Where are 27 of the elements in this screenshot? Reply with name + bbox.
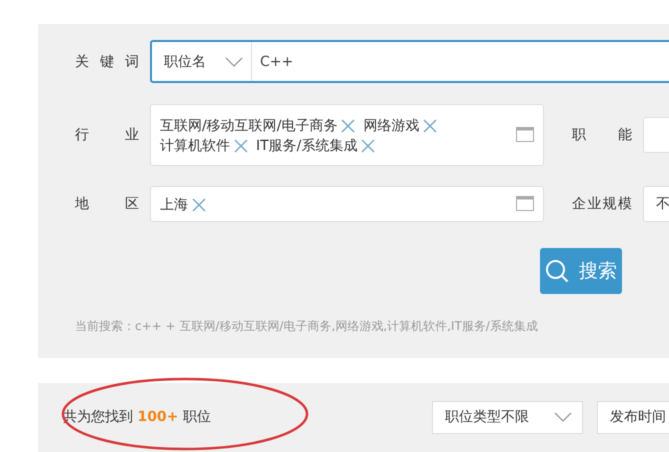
search-icon xyxy=(545,259,569,283)
remove-icon[interactable] xyxy=(341,119,356,133)
tag-text: 网络游戏 xyxy=(363,117,420,135)
remove-icon[interactable] xyxy=(192,198,206,212)
remove-icon[interactable] xyxy=(423,119,438,133)
panel-icon[interactable] xyxy=(516,127,534,142)
company-size-select[interactable]: 不 xyxy=(643,186,669,222)
filter-select[interactable]: 职位类型不限 xyxy=(432,400,583,434)
field-label: 行业 xyxy=(75,126,139,144)
field-label: 企业规模 xyxy=(572,195,632,213)
field-label: 地区 xyxy=(75,195,139,213)
tag-text: 上海 xyxy=(160,196,188,214)
keyword-field[interactable]: 职位名 C++ xyxy=(150,40,669,83)
caret-icon xyxy=(554,412,572,422)
panel-icon[interactable] xyxy=(516,196,534,211)
remove-icon[interactable] xyxy=(234,139,248,153)
tag-text: 计算机软件 xyxy=(160,137,230,155)
field-label: 职能 xyxy=(572,126,632,144)
caret-icon xyxy=(225,56,243,66)
industry-field[interactable]: 互联网/移动互联网/电子商务 网络游戏 计算机软件 IT服务/系统集成 xyxy=(150,104,544,166)
tag-text: IT服务/系统集成 xyxy=(256,137,358,155)
tag-text: 互联网/移动互联网/电子商务 xyxy=(160,117,338,135)
remove-icon[interactable] xyxy=(361,139,376,153)
current-search-text: 当前搜索：c++ + 互联网/移动互联网/电子商务,网络游戏,计算机软件,IT服务/系统集成 xyxy=(75,318,539,335)
filter-select[interactable]: 发布时间 xyxy=(597,400,669,434)
region-field[interactable]: 上海 xyxy=(150,186,544,222)
field-label: 关键词 xyxy=(75,52,139,70)
